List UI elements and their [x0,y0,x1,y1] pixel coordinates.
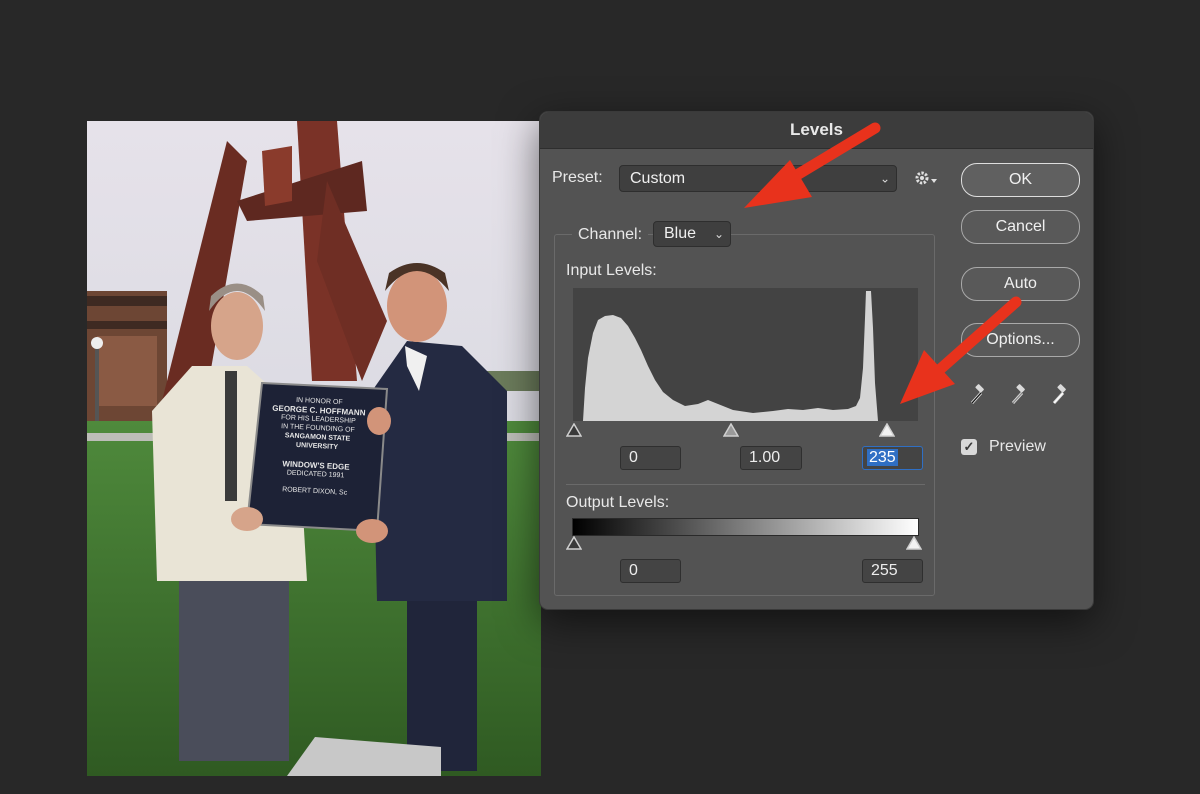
ok-button[interactable]: OK [961,163,1080,197]
channel-select[interactable]: Blue ⌄ [653,221,731,247]
gear-icon [915,171,937,185]
preset-label: Preset: [552,169,603,186]
document-photo: IN HONOR OF GEORGE C. HOFFMANN FOR HIS L… [87,121,541,776]
output-gradient-bar [572,518,919,536]
input-white-slider[interactable] [879,423,895,437]
levels-dialog: Levels Preset: Custom ⌄ Channel: Blue ⌄ … [539,111,1094,610]
input-levels-label: Input Levels: [566,262,657,279]
input-white-value: 235 [867,449,898,466]
histogram [573,288,918,421]
input-gamma-field[interactable]: 1.00 [740,446,802,470]
preset-value: Custom [630,170,686,187]
options-button[interactable]: Options... [961,323,1080,357]
gray-eyedropper-icon[interactable] [1008,384,1032,408]
cancel-button[interactable]: Cancel [961,210,1080,244]
histogram-graph [583,291,878,421]
divider [566,484,925,485]
input-black-slider[interactable] [566,423,582,437]
input-white-field[interactable]: 235 [862,446,923,470]
chevron-down-icon: ⌄ [879,171,890,185]
preview-label: Preview [989,438,1046,455]
channel-row: Channel: [572,221,649,249]
auto-button[interactable]: Auto [961,267,1080,301]
gear-menu-button[interactable] [912,167,938,189]
channel-value: Blue [664,225,697,242]
dialog-title[interactable]: Levels [540,112,1093,149]
output-black-slider[interactable] [566,536,582,550]
plaque-text: IN HONOR OF GEORGE C. HOFFMANN FOR HIS L… [254,394,379,499]
output-levels-label: Output Levels: [566,494,670,511]
input-black-field[interactable]: 0 [620,446,681,470]
histogram-shape [583,291,878,421]
channel-label: Channel: [578,226,643,243]
chevron-down-icon: ⌄ [713,227,724,241]
output-white-field[interactable]: 255 [862,559,923,583]
white-eyedropper-icon[interactable] [1049,384,1073,408]
output-black-field[interactable]: 0 [620,559,681,583]
preview-checkbox[interactable]: ✓ [961,439,977,455]
black-eyedropper-icon[interactable] [967,384,991,408]
preset-select[interactable]: Custom ⌄ [619,165,897,192]
input-gamma-slider[interactable] [723,423,739,437]
output-white-slider[interactable] [906,536,922,550]
